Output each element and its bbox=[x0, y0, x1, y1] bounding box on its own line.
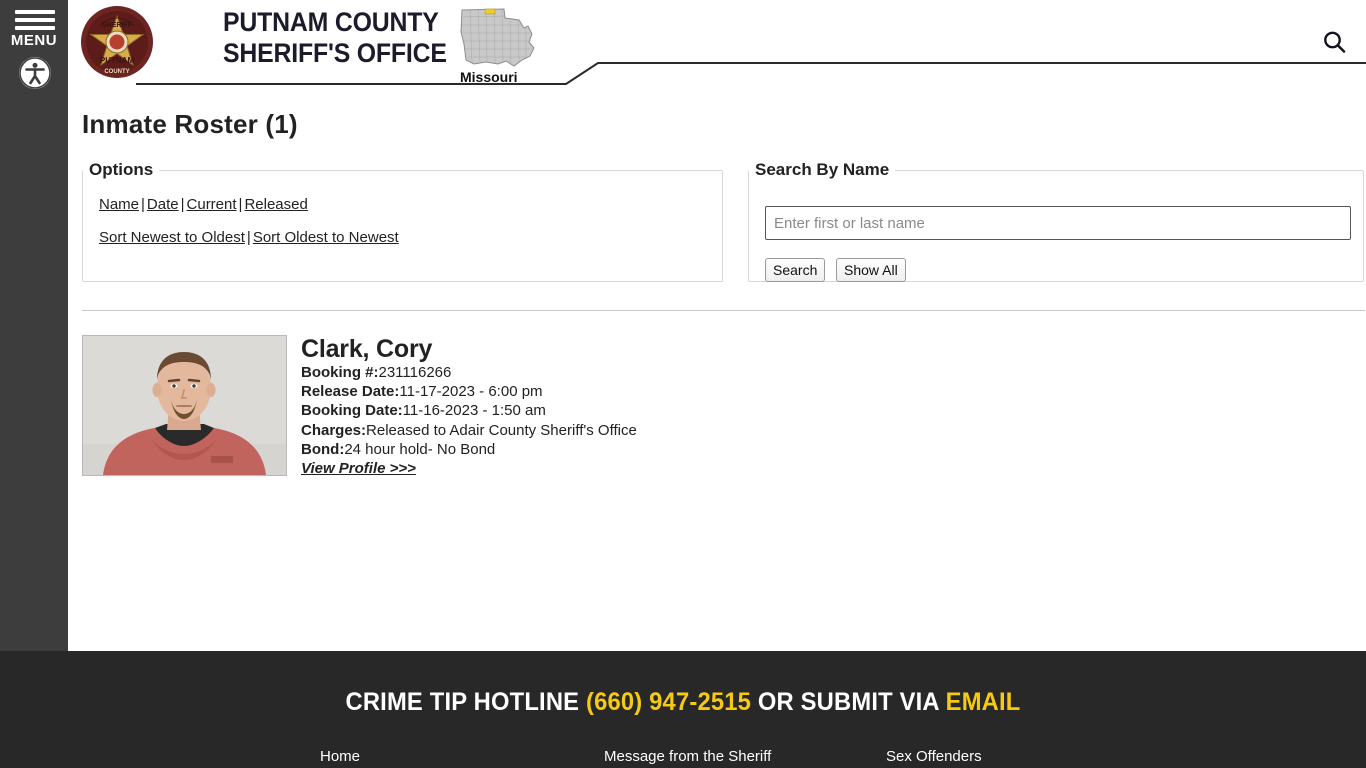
main-content: Inmate Roster (1) Options Name | Date | Curr… bbox=[68, 86, 1366, 651]
hamburger-bar bbox=[15, 18, 55, 22]
bond-label: Bond: bbox=[301, 440, 345, 458]
charges-value: Released to Adair County Sheriff's Offic… bbox=[366, 421, 637, 439]
hotline-phone-link[interactable]: (660) 947-2515 bbox=[586, 688, 751, 716]
inmate-details: Clark, Cory Booking #:231116266 Release … bbox=[301, 335, 1201, 478]
booking-number-value: 231116266 bbox=[378, 364, 452, 381]
separator: | bbox=[180, 196, 185, 213]
sheriff-badge-icon: SHERIFF PUTNAM COUNTY bbox=[80, 5, 154, 79]
site-title-line2: SHERIFF'S OFFICE bbox=[223, 38, 447, 68]
inmate-bond: Bond:24 hour hold- No Bond bbox=[301, 440, 1201, 459]
options-sort-row: Sort Newest to Oldest | Sort Oldest to New… bbox=[99, 227, 722, 249]
hotline-middle: OR SUBMIT VIA bbox=[751, 688, 946, 716]
filter-link-name[interactable]: Name bbox=[99, 196, 139, 213]
search-legend: Search By Name bbox=[755, 160, 890, 179]
footer-link-sex-offenders[interactable]: Sex Offenders bbox=[886, 748, 982, 765]
menu-label[interactable]: MENU bbox=[0, 32, 68, 49]
release-date-label: Release Date: bbox=[301, 383, 400, 401]
svg-text:PUTNAM: PUTNAM bbox=[100, 56, 135, 65]
crime-tip-hotline: CRIME TIP HOTLINE (660) 947-2515 OR SUBM… bbox=[34, 688, 1332, 717]
bond-value: 24 hour hold- No Bond bbox=[344, 440, 496, 458]
sort-oldest-to-newest-link[interactable]: Sort Oldest to Newest bbox=[253, 229, 399, 246]
filter-link-date[interactable]: Date bbox=[147, 196, 179, 213]
booking-date-value: 11-16-2023 - 1:50 am bbox=[402, 402, 546, 420]
options-panel: Options Name | Date | Current | Released Sort … bbox=[82, 160, 723, 282]
release-date-value: 11-17-2023 - 6:00 pm bbox=[399, 383, 543, 401]
booking-date-label: Booking Date: bbox=[301, 402, 403, 420]
svg-text:SHERIFF: SHERIFF bbox=[102, 22, 133, 29]
inmate-charges: Charges:Released to Adair County Sheriff… bbox=[301, 421, 1201, 440]
hotline-prefix: CRIME TIP HOTLINE bbox=[345, 688, 586, 716]
accessibility-icon[interactable] bbox=[19, 57, 51, 89]
filter-link-current[interactable]: Current bbox=[187, 196, 237, 213]
charges-label: Charges: bbox=[301, 421, 367, 439]
search-icon[interactable] bbox=[1320, 28, 1348, 56]
inmate-name: Clark, Cory bbox=[301, 335, 433, 363]
inmate-release-date: Release Date:11-17-2023 - 6:00 pm bbox=[301, 382, 1201, 401]
missouri-state-map-icon bbox=[456, 4, 542, 72]
missouri-map-label: Missouri bbox=[460, 69, 518, 85]
filter-link-released[interactable]: Released bbox=[244, 196, 307, 213]
hamburger-menu-icon[interactable] bbox=[15, 10, 55, 34]
options-filter-row: Name | Date | Current | Released bbox=[99, 194, 722, 216]
page-root: MENU SHERIFF PUTNAM COUNTY PUTNAM COUNTY… bbox=[0, 0, 1366, 768]
inmate-mugshot bbox=[82, 335, 287, 476]
search-button[interactable]: Search bbox=[765, 258, 826, 282]
search-by-name-panel: Search By Name Search Show All bbox=[748, 160, 1364, 282]
site-title-line1: PUTNAM COUNTY bbox=[223, 7, 439, 37]
hotline-email-link[interactable]: EMAIL bbox=[946, 688, 1021, 716]
inmate-booking-date: Booking Date:11-16-2023 - 1:50 am bbox=[301, 401, 1201, 420]
view-profile-link[interactable]: View Profile >>> bbox=[301, 460, 416, 477]
svg-text:COUNTY: COUNTY bbox=[104, 69, 129, 75]
options-legend: Options bbox=[89, 160, 154, 179]
left-sidebar: MENU bbox=[0, 0, 68, 651]
sort-newest-to-oldest-link[interactable]: Sort Newest to Oldest bbox=[99, 229, 245, 246]
section-divider bbox=[82, 310, 1365, 311]
site-title: PUTNAM COUNTY SHERIFF'S OFFICE bbox=[223, 7, 447, 69]
site-header: SHERIFF PUTNAM COUNTY PUTNAM COUNTY SHER… bbox=[68, 0, 1366, 86]
separator: | bbox=[246, 229, 251, 246]
inmate-booking-number: Booking #:231116266 bbox=[301, 363, 1201, 382]
search-input[interactable] bbox=[765, 206, 1351, 240]
hamburger-bar bbox=[15, 26, 55, 30]
footer-link-message-from-the-sheriff[interactable]: Message from the Sheriff bbox=[604, 748, 771, 765]
footer-link-home[interactable]: Home bbox=[320, 748, 360, 765]
hamburger-bar bbox=[15, 10, 55, 14]
separator: | bbox=[141, 196, 145, 213]
footer-nav: Home Message from the Sheriff Sex Offend… bbox=[80, 748, 1286, 768]
booking-number-label: Booking #: bbox=[301, 364, 379, 381]
show-all-button[interactable]: Show All bbox=[836, 258, 906, 282]
page-title: Inmate Roster (1) bbox=[82, 109, 298, 139]
